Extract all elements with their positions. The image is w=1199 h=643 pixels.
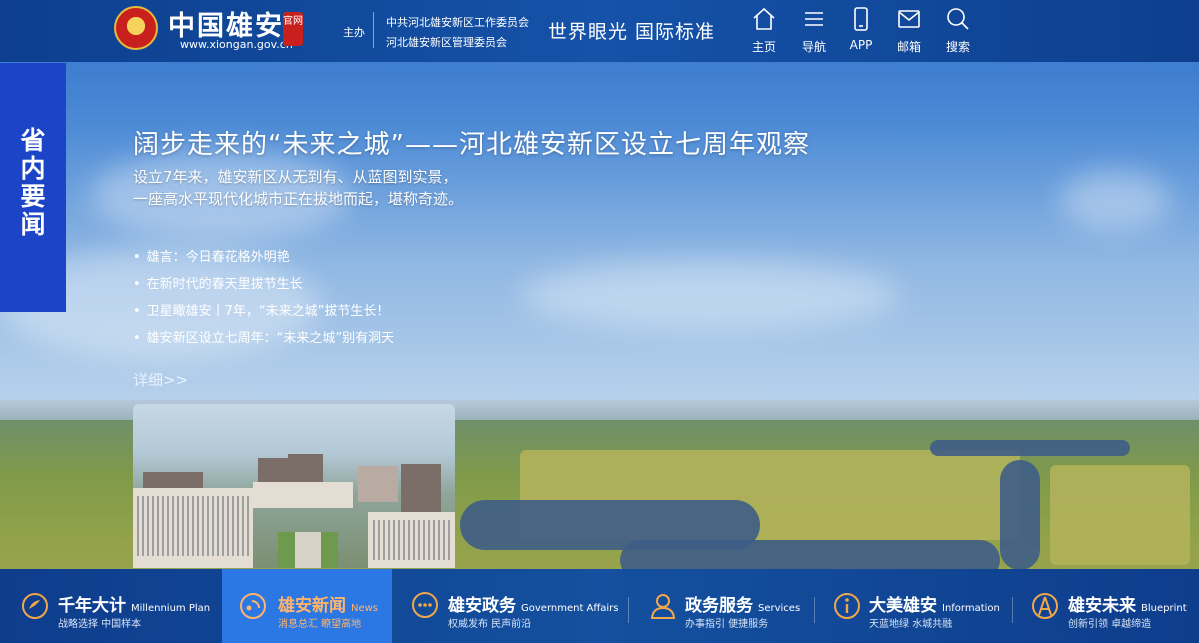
cloud — [1060, 170, 1170, 230]
mail-icon — [898, 10, 920, 28]
tab-english: Millennium Plan — [131, 603, 211, 614]
list-item[interactable]: 雄言：今日春花格外明艳 — [133, 244, 394, 271]
national-emblem-icon — [114, 6, 158, 50]
site-url: www.xiongan.gov.cn — [180, 38, 293, 51]
nav-mail[interactable]: 邮箱 — [887, 6, 931, 55]
tab-title: 雄安未来 — [1068, 596, 1136, 616]
menu-icon — [805, 12, 823, 26]
nav-label: 主页 — [751, 40, 776, 54]
divider — [628, 597, 629, 623]
tab-english: Services — [758, 603, 801, 614]
tab-title: 千年大计 — [58, 596, 126, 616]
divider — [373, 12, 374, 48]
tab-title: 政务服务 — [685, 596, 753, 616]
official-badge: 官网 — [283, 12, 303, 46]
phone-icon — [854, 7, 868, 31]
related-news-list: 雄言：今日春花格外明艳 在新时代的春天里拔节生长 卫星瞰雄安丨7年，“未来之城”… — [133, 244, 394, 352]
search-icon — [947, 8, 969, 30]
feature-photo[interactable] — [133, 404, 455, 568]
nav-label: 邮箱 — [896, 40, 921, 54]
tab-millennium-plan[interactable]: 千年大计 Millennium Plan 战略选择 中国样本 — [0, 569, 222, 643]
host-label: 主办 — [343, 26, 365, 39]
home-icon — [753, 7, 775, 30]
side-tab-provincial-news[interactable]: 省内要闻 — [0, 63, 66, 312]
divider — [1012, 597, 1013, 623]
host-org: 河北雄安新区管理委员会 — [386, 36, 507, 49]
more-link[interactable]: 详细>> — [133, 369, 188, 390]
tab-english: Information — [942, 603, 1000, 614]
tab-news[interactable]: 雄安新闻 News 消息总汇 瞭望高地 — [222, 569, 392, 643]
tab-services[interactable]: 政务服务 Services 办事指引 便捷服务 — [630, 569, 814, 643]
tab-english: Government Affairs — [521, 603, 619, 614]
site-header: 中国雄安 www.xiongan.gov.cn 官网 主办 中共河北雄安新区工作… — [0, 0, 1199, 62]
list-item[interactable]: 雄安新区设立七周年：“未来之城”别有洞天 — [133, 325, 394, 352]
info-icon — [834, 593, 860, 619]
tab-title: 大美雄安 — [869, 596, 937, 616]
field — [1050, 465, 1190, 565]
nav-search[interactable]: 搜索 — [936, 6, 980, 55]
list-item[interactable]: 卫星瞰雄安丨7年，“未来之城”拔节生长！ — [133, 298, 394, 325]
feature-headline[interactable]: 阔步走来的“未来之城”——河北雄安新区设立七周年观察 — [133, 124, 810, 161]
service-icon — [650, 594, 676, 619]
drafting-icon — [1032, 593, 1058, 619]
nav-label: APP — [849, 38, 873, 52]
news-icon — [240, 593, 266, 619]
tab-government-affairs[interactable]: 雄安政务 Government Affairs 权威发布 民声前沿 — [392, 569, 628, 643]
list-item[interactable]: 在新时代的春天里拔节生长 — [133, 271, 394, 298]
nav-label: 导航 — [801, 40, 826, 54]
nav-home[interactable]: 主页 — [742, 6, 786, 55]
cloud — [520, 260, 900, 330]
side-tab-label: 省内要闻 — [20, 126, 46, 239]
tab-subtitle: 天蓝地绿 水城共融 — [869, 619, 953, 630]
nav-navigation[interactable]: 导航 — [792, 6, 836, 55]
tab-english: News — [351, 603, 379, 614]
footer-nav: 千年大计 Millennium Plan 战略选择 中国样本 雄安新闻 News 消… — [0, 569, 1199, 643]
tab-english: Blueprint — [1141, 603, 1187, 614]
tab-blueprint[interactable]: 雄安未来 Blueprint 创新引领 卓越缔造 — [1014, 569, 1199, 643]
tab-title: 雄安政务 — [448, 596, 516, 616]
tab-subtitle: 办事指引 便捷服务 — [685, 619, 769, 630]
water — [1000, 460, 1040, 570]
tab-subtitle: 权威发布 民声前沿 — [448, 619, 532, 630]
nav-label: 搜索 — [945, 40, 970, 54]
divider — [814, 597, 815, 623]
nav-app[interactable]: APP — [839, 6, 883, 52]
tab-information[interactable]: 大美雄安 Information 天蓝地绿 水城共融 — [816, 569, 1012, 643]
tab-subtitle: 战略选择 中国样本 — [58, 619, 142, 630]
slogan: 世界眼光 国际标准 — [548, 21, 716, 43]
host-org: 中共河北雄安新区工作委员会 — [386, 16, 529, 29]
tab-title: 雄安新闻 — [278, 596, 346, 616]
tab-subtitle: 创新引领 卓越缔造 — [1068, 619, 1152, 630]
tab-subtitle: 消息总汇 瞭望高地 — [278, 619, 362, 630]
water — [930, 440, 1130, 456]
compass-icon — [22, 593, 48, 619]
feature-summary: 设立7年来，雄安新区从无到有、从蓝图到实景，一座高水平现代化城市正在拔地而起，堪… — [133, 168, 464, 208]
chat-icon — [412, 592, 438, 618]
